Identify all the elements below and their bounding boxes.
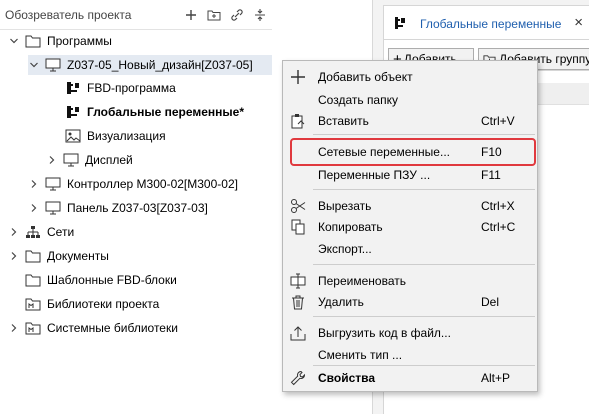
tree-item-panel[interactable]: Панель Z037-03[Z037-03] xyxy=(28,198,208,218)
tree-item-z037-05[interactable]: Z037-05_Новый_дизайн[Z037-05] xyxy=(28,55,272,75)
new-folder-icon[interactable] xyxy=(207,8,221,22)
chevron-right-icon[interactable] xyxy=(8,226,20,238)
menu-item-change-type[interactable]: Сменить тип ... xyxy=(283,343,537,367)
wrench-icon xyxy=(289,369,307,387)
scissors-icon xyxy=(289,197,307,215)
tree-item-project-libraries[interactable]: Библиотеки проекта xyxy=(24,294,159,314)
tree-item-programs[interactable]: Программы xyxy=(8,31,112,51)
chevron-right-icon[interactable] xyxy=(46,154,58,166)
chevron-right-icon[interactable] xyxy=(28,178,40,190)
monitor-icon xyxy=(44,176,62,192)
explorer-header: Обозреватель проекта xyxy=(0,0,272,30)
chevron-down-icon[interactable] xyxy=(8,35,20,47)
folder-icon xyxy=(24,33,42,49)
image-icon xyxy=(64,128,82,144)
context-menu: Добавить объект Создать папку Вставить C… xyxy=(282,60,538,392)
tab-global-variables[interactable]: Глобальные переменные × xyxy=(383,5,589,39)
menu-item-rom-variables[interactable]: Переменные ПЗУ ... F11 xyxy=(283,163,537,187)
folder-icon xyxy=(24,248,42,264)
upload-icon xyxy=(289,324,307,342)
tree-item-system-libraries[interactable]: Системные библиотеки xyxy=(8,318,178,338)
menu-item-export-code[interactable]: Выгрузить код в файл... xyxy=(283,321,537,345)
tree-item-fbd-templates[interactable]: Шаблонные FBD-блоки xyxy=(24,270,177,290)
menu-separator xyxy=(313,316,535,317)
trash-icon xyxy=(289,293,307,311)
library-icon xyxy=(24,296,42,312)
fbd-icon xyxy=(64,80,82,96)
chevron-right-icon[interactable] xyxy=(8,322,20,334)
folder-icon xyxy=(24,272,42,288)
fbd-icon xyxy=(394,16,406,30)
rename-icon xyxy=(289,272,307,290)
menu-separator xyxy=(313,264,535,265)
monitor-icon xyxy=(44,200,62,216)
collapse-icon[interactable] xyxy=(253,8,267,22)
plus-icon[interactable] xyxy=(184,8,198,22)
menu-item-properties[interactable]: Свойства Alt+P xyxy=(283,366,537,390)
menu-separator xyxy=(313,189,535,190)
plus-icon xyxy=(289,68,307,86)
menu-item-export[interactable]: Экспорт... xyxy=(283,237,537,261)
tree-item-display[interactable]: Дисплей xyxy=(46,150,133,170)
menu-item-paste[interactable]: Вставить Ctrl+V xyxy=(283,109,537,133)
copy-icon xyxy=(289,218,307,236)
tree-item-global-variables[interactable]: Глобальные переменные* xyxy=(64,102,244,122)
tree-item-visualization[interactable]: Визуализация xyxy=(64,126,166,146)
paste-icon xyxy=(289,112,307,130)
project-explorer: Обозреватель проекта Программы Z037-05_Н… xyxy=(0,0,272,414)
link-icon[interactable] xyxy=(230,8,244,22)
chevron-down-icon[interactable] xyxy=(28,59,40,71)
monitor-icon xyxy=(44,57,62,73)
library-icon xyxy=(24,320,42,336)
chevron-right-icon[interactable] xyxy=(28,202,40,214)
highlight-frame xyxy=(290,138,536,166)
monitor-icon xyxy=(62,152,80,168)
tree-item-fbd-program[interactable]: FBD-программа xyxy=(64,78,176,98)
fbd-icon xyxy=(64,104,82,120)
tree-item-controller[interactable]: Контроллер М300-02[M300-02] xyxy=(28,174,238,194)
menu-item-copy[interactable]: Копировать Ctrl+C xyxy=(283,215,537,239)
close-icon[interactable]: × xyxy=(574,14,583,31)
tab-label: Глобальные переменные xyxy=(420,17,562,31)
network-icon xyxy=(24,224,42,240)
menu-item-add-object[interactable]: Добавить объект xyxy=(283,65,537,89)
chevron-right-icon[interactable] xyxy=(8,250,20,262)
menu-item-delete[interactable]: Удалить Del xyxy=(283,290,537,314)
menu-separator xyxy=(313,134,535,135)
explorer-title: Обозреватель проекта xyxy=(5,8,132,22)
tree-item-documents[interactable]: Документы xyxy=(8,246,109,266)
tree-item-networks[interactable]: Сети xyxy=(8,222,74,242)
